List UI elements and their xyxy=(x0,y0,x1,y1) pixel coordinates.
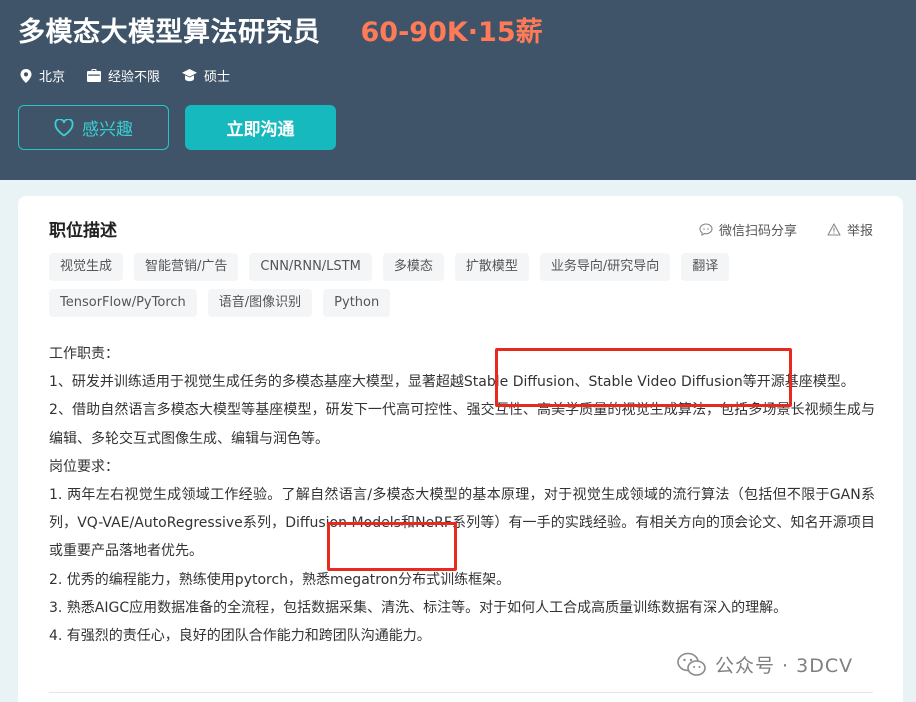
skill-tag: 语音/图像识别 xyxy=(207,289,313,317)
skill-tag: 视觉生成 xyxy=(49,253,124,281)
wechat-share-link[interactable]: 微信扫码分享 xyxy=(699,220,797,239)
divider xyxy=(49,692,873,693)
degree-info: 硕士 xyxy=(182,66,230,85)
card-actions: 微信扫码分享 举报 xyxy=(669,220,873,239)
skill-tag: Python xyxy=(323,289,391,317)
graduation-cap-icon xyxy=(182,69,198,82)
interest-button-label: 感兴趣 xyxy=(82,120,133,140)
heart-icon xyxy=(54,118,74,136)
skill-tag: TensorFlow/PyTorch xyxy=(49,289,197,317)
location-info: 北京 xyxy=(20,66,65,85)
duties-heading: 工作职责： xyxy=(49,346,119,362)
requirement-item: 1. 两年左右视觉生成领域工作经验。了解自然语言/多模态大模型的基本原理，对于视… xyxy=(49,487,875,560)
watermark-text: 公众号 · 3DCV xyxy=(715,655,854,677)
skill-tag: 多模态 xyxy=(382,253,444,281)
warning-icon xyxy=(827,223,841,236)
experience-text: 经验不限 xyxy=(108,70,161,85)
skill-tag: 智能营销/广告 xyxy=(134,253,239,281)
requirement-item: 4. 有强烈的责任心，良好的团队合作能力和跨团队沟通能力。 xyxy=(49,628,431,645)
chat-button-label: 立即沟通 xyxy=(226,120,295,140)
chat-bubble-icon xyxy=(699,223,713,236)
job-title: 多模态大模型算法研究员 xyxy=(18,17,321,48)
interest-button[interactable]: 感兴趣 xyxy=(18,105,169,150)
duty-item: 1、研发并训练适用于视觉生成任务的多模态基座大模型，显著超越Stable Dif… xyxy=(49,374,855,391)
skill-tag: 翻译 xyxy=(681,253,730,281)
skill-tag: 业务导向/研究导向 xyxy=(539,253,671,281)
degree-text: 硕士 xyxy=(204,70,231,85)
job-description-card: 职位描述 微信扫码分享 举报 视觉生成 智能营销/广告 CNN/RNN/LSTM… xyxy=(18,196,903,702)
title-row: 多模态大模型算法研究员 60-90K·15薪 xyxy=(18,10,543,49)
report-label: 举报 xyxy=(846,224,873,239)
wechat-share-label: 微信扫码分享 xyxy=(718,224,797,239)
location-pin-icon xyxy=(20,68,32,83)
job-header: 多模态大模型算法研究员 60-90K·15薪 北京 经验不限 硕士 感兴趣 立即… xyxy=(0,0,916,180)
section-title: 职位描述 xyxy=(49,221,117,241)
salary: 60-90K·15薪 xyxy=(360,17,543,48)
skill-tags: 视觉生成 智能营销/广告 CNN/RNN/LSTM 多模态 扩散模型 业务导向/… xyxy=(49,253,809,325)
job-meta: 北京 经验不限 硕士 xyxy=(20,66,252,85)
report-link[interactable]: 举报 xyxy=(827,220,873,239)
skill-tag: CNN/RNN/LSTM xyxy=(249,253,372,281)
requirement-item: 2. 优秀的编程能力，熟练使用pytorch，熟悉megatron分布式训练框架… xyxy=(49,571,511,588)
chat-button[interactable]: 立即沟通 xyxy=(185,105,336,150)
skill-tag: 扩散模型 xyxy=(454,253,529,281)
location-text: 北京 xyxy=(39,70,66,85)
watermark: 公众号 · 3DCV xyxy=(677,651,853,678)
briefcase-icon xyxy=(87,69,102,82)
requirement-item: 3. 熟悉AIGC应用数据准备的全流程，包括数据采集、清洗、标注等。对于如何人工… xyxy=(49,599,788,616)
duty-item: 2、借助自然语言多模态大模型等基座模型，研发下一代高可控性、强交互性、高美学质量… xyxy=(49,402,875,447)
experience-info: 经验不限 xyxy=(87,66,160,85)
requirements-heading: 岗位要求： xyxy=(49,458,119,475)
job-description: 工作职责： 1、研发并训练适用于视觉生成任务的多模态基座大模型，显著超越Stab… xyxy=(49,340,875,650)
wechat-logo-icon xyxy=(677,652,706,676)
